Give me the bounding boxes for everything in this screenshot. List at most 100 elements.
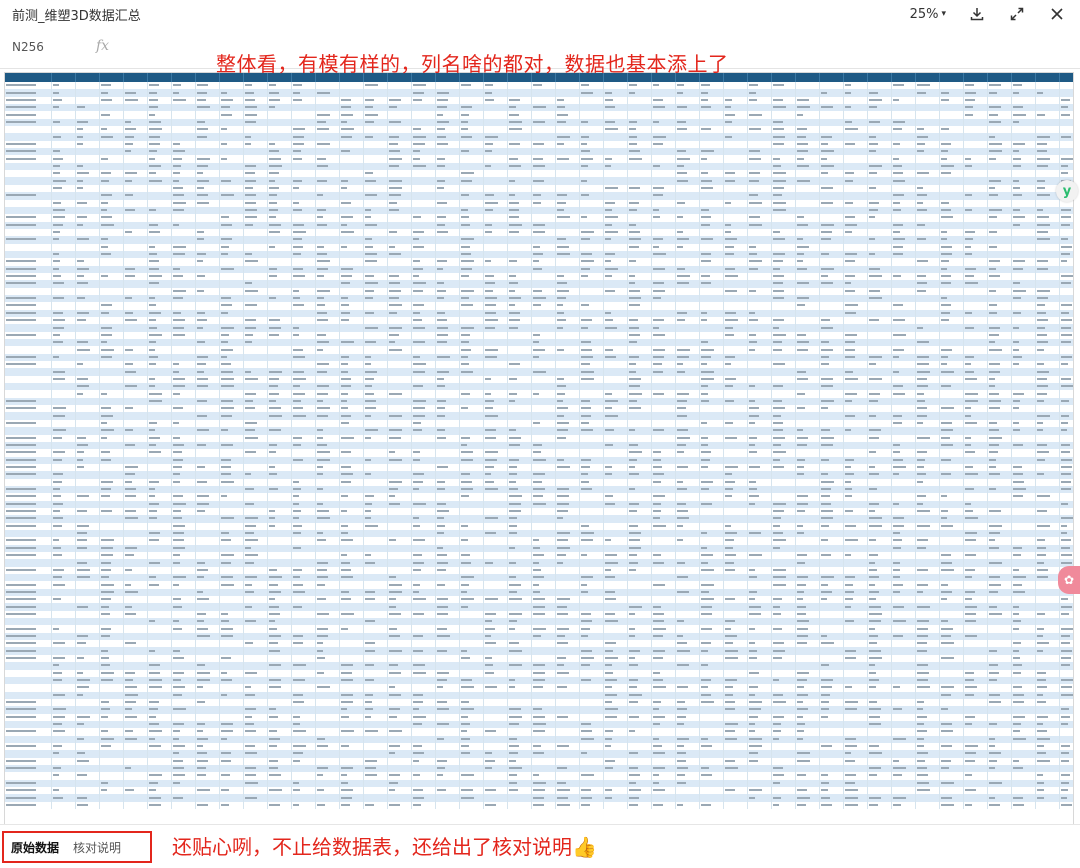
table-cell[interactable] (892, 346, 916, 353)
table-cell[interactable] (556, 222, 580, 229)
table-cell[interactable] (796, 302, 820, 309)
table-cell[interactable] (460, 126, 484, 133)
table-cell[interactable] (460, 214, 484, 221)
table-cell[interactable] (652, 383, 676, 390)
table-cell[interactable] (796, 501, 820, 508)
table-cell[interactable] (604, 251, 628, 258)
table-cell[interactable] (940, 141, 964, 148)
table-cell[interactable] (940, 89, 964, 96)
table-cell[interactable] (652, 177, 676, 184)
table-cell[interactable] (460, 163, 484, 170)
table-cell[interactable] (484, 383, 508, 390)
table-cell[interactable] (292, 332, 316, 339)
table-cell[interactable] (364, 119, 388, 126)
table-cell[interactable] (556, 295, 580, 302)
table-cell[interactable] (196, 346, 220, 353)
table-cell[interactable] (316, 310, 340, 317)
table-cell[interactable] (556, 229, 580, 236)
table-cell[interactable] (172, 119, 196, 126)
table-cell[interactable] (580, 126, 604, 133)
table-cell[interactable] (388, 508, 412, 515)
table-cell[interactable] (628, 376, 652, 383)
table-cell[interactable] (676, 376, 700, 383)
table-cell[interactable] (724, 493, 748, 500)
table-cell[interactable] (532, 420, 556, 427)
table-cell[interactable] (964, 383, 988, 390)
table-cell[interactable] (844, 133, 868, 140)
table-cell[interactable] (628, 471, 652, 478)
table-cell[interactable] (1012, 288, 1036, 295)
table-cell[interactable] (940, 82, 964, 89)
table-cell[interactable] (844, 280, 868, 287)
table-cell[interactable] (988, 104, 1012, 111)
table-cell[interactable] (340, 501, 364, 508)
table-cell[interactable] (292, 361, 316, 368)
table-cell[interactable] (820, 229, 844, 236)
table-cell[interactable] (388, 185, 412, 192)
table-cell[interactable] (244, 412, 268, 419)
table-cell[interactable] (5, 133, 52, 140)
table-cell[interactable] (148, 471, 172, 478)
table-cell[interactable] (748, 244, 772, 251)
table-cell[interactable] (220, 244, 244, 251)
table-cell[interactable] (292, 442, 316, 449)
table-cell[interactable] (844, 97, 868, 104)
table-cell[interactable] (220, 310, 244, 317)
table-cell[interactable] (220, 324, 244, 331)
table-cell[interactable] (988, 155, 1012, 162)
table-cell[interactable] (724, 332, 748, 339)
table-cell[interactable] (5, 346, 52, 353)
table-cell[interactable] (484, 126, 508, 133)
table-cell[interactable] (436, 295, 460, 302)
table-cell[interactable] (556, 141, 580, 148)
table-cell[interactable] (772, 398, 796, 405)
table-cell[interactable] (196, 515, 220, 522)
table-cell[interactable] (148, 119, 172, 126)
table-cell[interactable] (748, 398, 772, 405)
table-cell[interactable] (1060, 354, 1075, 361)
table-cell[interactable] (5, 501, 52, 508)
table-cell[interactable] (676, 200, 700, 207)
table-cell[interactable] (244, 523, 268, 530)
table-cell[interactable] (292, 155, 316, 162)
table-cell[interactable] (916, 479, 940, 486)
table-cell[interactable] (892, 280, 916, 287)
table-cell[interactable] (1036, 508, 1060, 515)
table-cell[interactable] (628, 200, 652, 207)
table-cell[interactable] (244, 251, 268, 258)
table-cell[interactable] (532, 295, 556, 302)
table-cell[interactable] (76, 126, 100, 133)
table-cell[interactable] (700, 97, 724, 104)
table-cell[interactable] (628, 361, 652, 368)
table-cell[interactable] (628, 133, 652, 140)
table-cell[interactable] (364, 229, 388, 236)
table-cell[interactable] (748, 508, 772, 515)
table-cell[interactable] (652, 471, 676, 478)
table-cell[interactable] (244, 126, 268, 133)
table-cell[interactable] (868, 111, 892, 118)
table-cell[interactable] (796, 361, 820, 368)
table-cell[interactable] (1036, 266, 1060, 273)
table-cell[interactable] (388, 412, 412, 419)
table-cell[interactable] (916, 332, 940, 339)
table-cell[interactable] (940, 288, 964, 295)
table-cell[interactable] (268, 398, 292, 405)
table-cell[interactable] (436, 155, 460, 162)
table-cell[interactable] (100, 302, 124, 309)
table-cell[interactable] (196, 141, 220, 148)
table-cell[interactable] (556, 515, 580, 522)
table-cell[interactable] (148, 486, 172, 493)
table-cell[interactable] (172, 310, 196, 317)
table-cell[interactable] (988, 368, 1012, 375)
table-cell[interactable] (244, 163, 268, 170)
table-cell[interactable] (772, 185, 796, 192)
table-cell[interactable] (892, 288, 916, 295)
table-cell[interactable] (700, 317, 724, 324)
table-cell[interactable] (340, 464, 364, 471)
table-cell[interactable] (940, 280, 964, 287)
table-cell[interactable] (460, 501, 484, 508)
table-cell[interactable] (676, 486, 700, 493)
table-cell[interactable] (676, 435, 700, 442)
table-cell[interactable] (868, 523, 892, 530)
table-cell[interactable] (748, 449, 772, 456)
